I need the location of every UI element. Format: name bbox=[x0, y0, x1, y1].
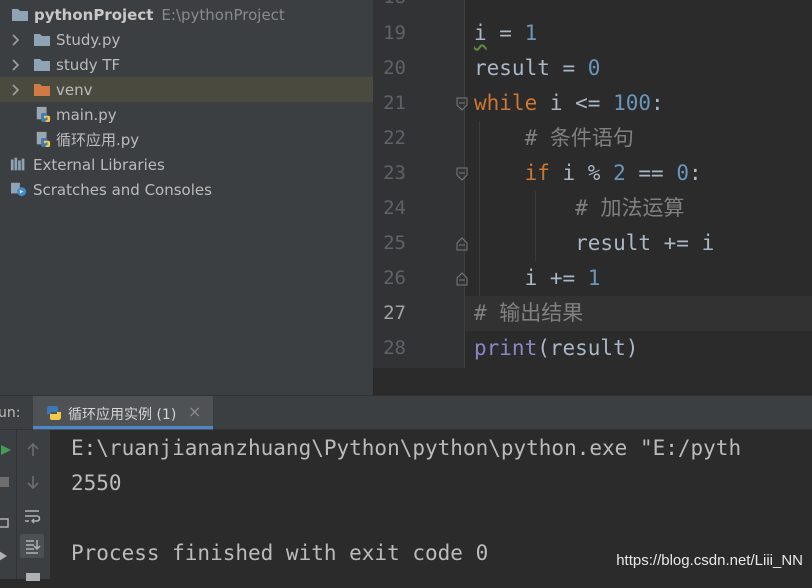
line-number: 20 bbox=[383, 57, 406, 79]
code-line[interactable]: # 加法运算 bbox=[474, 191, 684, 226]
libraries-icon bbox=[10, 157, 25, 171]
chevron-right-icon[interactable] bbox=[9, 83, 23, 97]
code-line[interactable]: if i % 2 == 0: bbox=[474, 156, 702, 191]
chevron-right-icon[interactable] bbox=[9, 33, 23, 47]
code-editor[interactable]: 18 19 20 21 22 23 24 25 26 27 28 i = 1 r… bbox=[373, 0, 812, 368]
tree-item-label: main.py bbox=[56, 105, 117, 124]
console-output-line: 2550 bbox=[71, 471, 122, 495]
line-number: 19 bbox=[383, 22, 406, 44]
fold-open-icon[interactable] bbox=[456, 167, 468, 181]
tree-item-study-py[interactable]: Study.py bbox=[0, 27, 373, 52]
line-number-partial: 18 bbox=[373, 0, 406, 15]
line-number: 23 bbox=[383, 162, 406, 184]
fold-open-icon[interactable] bbox=[456, 97, 468, 111]
line-number: 21 bbox=[383, 92, 406, 114]
tree-item-label: External Libraries bbox=[33, 155, 165, 174]
code-line[interactable]: # 输出结果 bbox=[474, 296, 583, 331]
scratches-icon bbox=[11, 182, 27, 197]
stop-icon[interactable] bbox=[0, 470, 16, 494]
run-toolbar-primary bbox=[0, 430, 16, 579]
folder-icon bbox=[34, 59, 50, 71]
code-line[interactable]: i = 1 bbox=[474, 16, 537, 51]
project-root-name: pythonProject bbox=[34, 5, 154, 24]
python-file-icon bbox=[36, 131, 51, 147]
run-toolbar-secondary bbox=[16, 430, 50, 581]
resume-icon[interactable] bbox=[0, 544, 16, 568]
code-line[interactable]: result = 0 bbox=[474, 51, 600, 86]
line-number: 26 bbox=[383, 267, 406, 289]
run-tab-label: 循环应用实例 (1) bbox=[68, 407, 177, 423]
folder-icon bbox=[12, 9, 28, 21]
tree-item-loop-app-py[interactable]: 循环应用.py bbox=[0, 127, 373, 152]
tree-item-label: study TF bbox=[56, 55, 121, 74]
code-line[interactable]: # 条件语句 bbox=[474, 121, 634, 156]
folder-icon bbox=[34, 34, 50, 46]
watermark: https://blog.csdn.net/Liii_NN bbox=[616, 552, 803, 569]
arrow-down-icon[interactable] bbox=[21, 470, 45, 494]
python-file-icon bbox=[36, 106, 51, 122]
code-line[interactable]: while i <= 100: bbox=[474, 86, 664, 121]
console-output-line: Process finished with exit code 0 bbox=[71, 541, 489, 565]
project-tool-window: pythonProject E:\pythonProject Study.py s… bbox=[0, 0, 373, 395]
close-icon[interactable]: × bbox=[188, 402, 201, 421]
fold-end-icon[interactable] bbox=[456, 272, 468, 286]
run-panel-title: un: bbox=[0, 405, 21, 421]
tree-item-label: Study.py bbox=[56, 30, 121, 49]
tree-item-external-libraries[interactable]: External Libraries bbox=[0, 152, 373, 177]
fold-end-icon[interactable] bbox=[456, 237, 468, 251]
print-icon[interactable] bbox=[21, 564, 45, 588]
project-root-row[interactable]: pythonProject E:\pythonProject bbox=[0, 2, 373, 27]
layout-icon[interactable] bbox=[0, 510, 16, 534]
chevron-right-icon[interactable] bbox=[9, 58, 23, 72]
run-panel-header: un: 循环应用实例 (1) × bbox=[0, 395, 812, 430]
soft-wrap-icon[interactable] bbox=[21, 504, 45, 528]
tree-item-scratches[interactable]: Scratches and Consoles bbox=[0, 177, 373, 202]
run-tab-underline bbox=[33, 426, 213, 429]
run-tab[interactable]: 循环应用实例 (1) × bbox=[33, 396, 213, 430]
line-number-current: 27 bbox=[383, 302, 406, 324]
arrow-up-icon[interactable] bbox=[21, 438, 45, 462]
project-root-path: E:\pythonProject bbox=[161, 5, 285, 24]
tree-item-label: Scratches and Consoles bbox=[33, 180, 212, 199]
excluded-folder-icon bbox=[34, 84, 50, 96]
tree-item-label: 循环应用.py bbox=[56, 131, 140, 149]
scroll-to-end-icon[interactable] bbox=[20, 534, 44, 558]
code-line[interactable]: i += 1 bbox=[474, 261, 601, 296]
tree-item-label: venv bbox=[56, 80, 93, 99]
editor-empty-area bbox=[373, 368, 812, 395]
python-icon bbox=[46, 406, 62, 420]
line-number: 25 bbox=[383, 232, 406, 254]
line-number: 24 bbox=[383, 197, 406, 219]
console-output-line: E:\ruanjiananzhuang\Python\python\python… bbox=[71, 436, 742, 460]
code-line[interactable]: result += i bbox=[474, 226, 714, 261]
code-line[interactable]: print(result) bbox=[474, 331, 638, 366]
line-number: 28 bbox=[383, 337, 406, 359]
tree-item-venv[interactable]: venv bbox=[0, 77, 373, 102]
tree-item-main-py[interactable]: main.py bbox=[0, 102, 373, 127]
line-number: 22 bbox=[383, 127, 406, 149]
tree-item-study-tf[interactable]: study TF bbox=[0, 52, 373, 77]
